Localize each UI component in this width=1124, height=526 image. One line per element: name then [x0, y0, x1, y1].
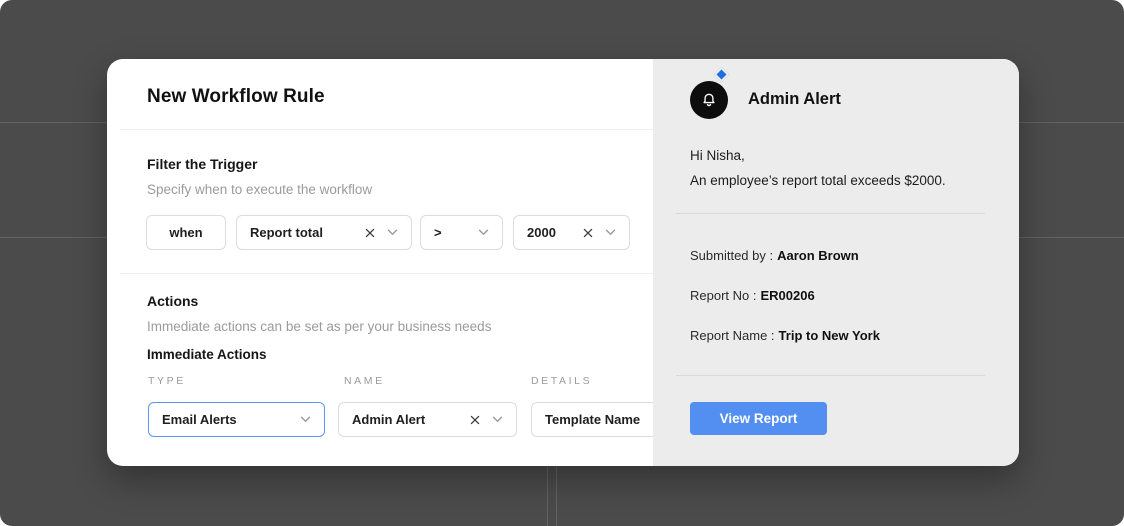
- chevron-down-icon[interactable]: [297, 412, 313, 428]
- chevron-down-icon[interactable]: [384, 225, 400, 241]
- submitted-by-value: Aaron Brown: [777, 248, 859, 263]
- report-no-field: Report No : ER00206: [690, 288, 815, 303]
- chevron-down-icon[interactable]: [475, 225, 491, 241]
- action-type-select[interactable]: Email Alerts: [148, 402, 325, 437]
- view-report-button[interactable]: View Report: [690, 402, 827, 435]
- clear-icon[interactable]: [362, 225, 378, 241]
- clear-icon[interactable]: [467, 412, 483, 428]
- modal-title: New Workflow Rule: [147, 86, 325, 108]
- section-divider: [121, 273, 653, 274]
- trigger-operator-value: >: [434, 225, 469, 240]
- trigger-field-select[interactable]: Report total: [236, 215, 412, 250]
- column-header-name: NAME: [344, 375, 385, 387]
- report-name-label: Report Name :: [690, 328, 775, 343]
- report-name-field: Report Name : Trip to New York: [690, 328, 880, 343]
- alert-greeting: Hi Nisha,: [690, 148, 745, 163]
- trigger-value: 2000: [527, 225, 574, 240]
- immediate-actions-heading: Immediate Actions: [147, 347, 267, 362]
- report-name-value: Trip to New York: [779, 328, 880, 343]
- clear-icon[interactable]: [580, 225, 596, 241]
- actions-subheading: Immediate actions can be set as per your…: [147, 319, 491, 334]
- chevron-down-icon[interactable]: [489, 412, 505, 428]
- new-workflow-rule-modal: New Workflow Rule Filter the Trigger Spe…: [107, 59, 1019, 466]
- report-no-value: ER00206: [760, 288, 814, 303]
- bell-icon: [690, 81, 728, 119]
- alert-preview-panel: Admin Alert Hi Nisha, An employee’s repo…: [653, 59, 1019, 466]
- trigger-field-value: Report total: [250, 225, 356, 240]
- backdrop-column-line: [547, 466, 548, 526]
- filter-trigger-subheading: Specify when to execute the workflow: [147, 182, 372, 197]
- report-no-label: Report No :: [690, 288, 756, 303]
- alert-title: Admin Alert: [748, 90, 841, 109]
- title-divider: [121, 129, 653, 130]
- preview-divider: [676, 213, 985, 214]
- dimmed-backdrop: New Workflow Rule Filter the Trigger Spe…: [0, 0, 1124, 526]
- column-header-details: DETAILS: [531, 375, 592, 387]
- action-name-select[interactable]: Admin Alert: [338, 402, 517, 437]
- trigger-value-select[interactable]: 2000: [513, 215, 630, 250]
- action-name-value: Admin Alert: [352, 412, 461, 427]
- submitted-by-label: Submitted by :: [690, 248, 773, 263]
- filter-trigger-heading: Filter the Trigger: [147, 156, 257, 172]
- when-label: when: [169, 225, 202, 240]
- backdrop-column-line: [556, 466, 557, 526]
- submitted-by-field: Submitted by : Aaron Brown: [690, 248, 859, 263]
- preview-divider: [676, 375, 985, 376]
- alert-message: An employee’s report total exceeds $2000…: [690, 173, 946, 188]
- when-label-box: when: [146, 215, 226, 250]
- actions-heading: Actions: [147, 293, 198, 309]
- column-header-type: TYPE: [148, 375, 186, 387]
- trigger-operator-select[interactable]: >: [420, 215, 503, 250]
- action-type-value: Email Alerts: [162, 412, 291, 427]
- chevron-down-icon[interactable]: [602, 225, 618, 241]
- diamond-badge-icon: [714, 67, 730, 83]
